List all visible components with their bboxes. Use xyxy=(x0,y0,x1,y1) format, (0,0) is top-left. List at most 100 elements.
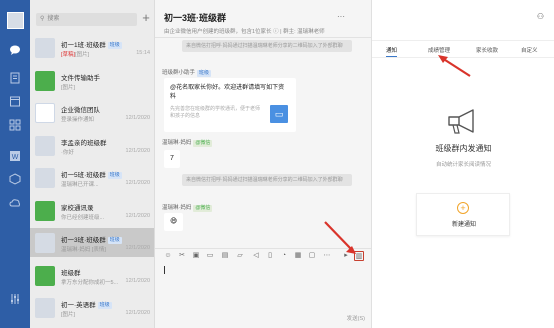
emoji-icon[interactable]: ☺ xyxy=(163,251,173,261)
preview-text: ·你好 xyxy=(61,149,74,156)
conversation-item[interactable]: 文件传输助手 [图片] xyxy=(30,66,154,95)
cloud-file-icon[interactable]: ▱ xyxy=(235,251,245,261)
conversation-time: 12/1/2020 xyxy=(125,180,150,186)
message-bubble: 7 xyxy=(164,150,180,168)
conversation-time: 12/1/2020 xyxy=(125,310,150,316)
chat-icon[interactable] xyxy=(9,44,21,56)
side-panel-icon[interactable]: ▥ xyxy=(354,251,364,261)
conversation-item[interactable]: 企业微信团队 登录操作通知 12/1/2020 xyxy=(30,98,154,127)
conversation-item[interactable]: 初一·英语群 班级 [图片] 12/1/2020 xyxy=(30,293,154,322)
class-tools-panel: ⚇ 通知 成绩管理 家长收款 自定义 班级群内发通知 自动统计家长阅读情况 + … xyxy=(371,0,554,328)
conversation-preview: 你已经创建班级... xyxy=(61,213,104,221)
scissors-icon[interactable]: ✂ xyxy=(177,251,187,261)
send-button[interactable]: 发送(S) xyxy=(347,314,365,322)
draft-label: [草稿] xyxy=(61,52,76,58)
folder-icon[interactable]: ▭ xyxy=(205,251,215,261)
avatar xyxy=(35,38,55,58)
search-icon: ⚲ xyxy=(40,16,45,22)
more-icon[interactable]: ··· xyxy=(337,12,345,21)
preview-text: 你已经创建班级... xyxy=(61,214,105,221)
card-title: @花名取家长你好。欢迎进群请填写如下资料 xyxy=(170,85,285,100)
conversation-item[interactable]: 初一5班·班级群 班级温瑞琳已开课... 12/1/2020 xyxy=(30,163,154,192)
preview-text: [图片] xyxy=(75,52,90,58)
welcome-card[interactable]: @花名取家长你好。欢迎进群请填写如下资料 先完善您在班级群的学校通讯，便于老师和… xyxy=(164,78,296,132)
conversation-title: 初一1班·班级群 xyxy=(61,42,106,49)
apps-icon[interactable]: ▦ xyxy=(293,251,303,261)
new-notice-label: 新建通知 xyxy=(451,222,476,228)
tab-notice[interactable]: 通知 xyxy=(386,46,398,57)
system-message: 来自微信打招呼·妈妈通过扫描温瑞琳老师分享的二维码加入了外部群聊 xyxy=(182,40,352,52)
svg-text:W: W xyxy=(12,154,19,161)
conversation-title: 班级群 xyxy=(61,269,81,277)
avatar xyxy=(35,233,55,253)
docs-icon[interactable] xyxy=(9,72,21,84)
navigation-rail: W xyxy=(0,0,30,328)
message-sender: 温瑞琳·妈妈 @微信 xyxy=(162,138,213,147)
conversation-item[interactable]: 班级群拿万东分配你成初一5... 12/1/2020 xyxy=(30,261,154,290)
bot-name: 班级群小助手 xyxy=(162,70,196,76)
sender-name: 温瑞琳·妈妈 xyxy=(162,205,192,211)
conversation-name: 初一1班·班级群 班级 xyxy=(61,39,122,49)
conversation-name: 企业微信团队 xyxy=(61,104,100,114)
calendar-icon[interactable] xyxy=(9,95,21,107)
conversation-preview: 拿万东分配你成初一5... xyxy=(61,278,118,286)
word-doc-icon[interactable]: W xyxy=(9,150,21,162)
tab-custom[interactable]: 自定义 xyxy=(521,46,538,54)
conversation-title: 初一·英语群 xyxy=(61,302,96,309)
input-toolbar: ☺ ✂ ▣ ▭ ▤ ▱ ◁ ▯ ◔ ▦ ▢ ⋯ ▸ ▥ xyxy=(155,248,371,262)
conversation-name: 文件传输助手 xyxy=(61,72,100,82)
conversation-preview: 温瑞琳已开课... xyxy=(61,180,99,188)
conversation-time: 12/1/2020 xyxy=(125,277,150,284)
panel-tabs: 通知 成绩管理 家长收款 自定义 xyxy=(372,40,554,58)
megaphone-icon[interactable]: ◁ xyxy=(251,251,261,261)
add-member-icon[interactable]: ⚇ xyxy=(537,12,544,21)
conversation-list: ⚲ 搜索 + 初一1班·班级群 班级 [草稿][图片] 15:14 文件传输助手 [图片] 企… xyxy=(30,0,155,328)
sender-tag: @微信 xyxy=(193,140,213,147)
schedule-icon[interactable]: ◔ xyxy=(279,251,289,261)
bot-sender: 班级群小助手 班级 xyxy=(162,68,212,77)
conversation-name: 班级群 xyxy=(61,267,81,277)
class-tag: 班级 xyxy=(107,42,122,49)
video-icon[interactable]: ▸ xyxy=(341,251,351,261)
empty-subtitle: 自动统计家长阅读情况 xyxy=(435,162,491,168)
workbench-icon[interactable] xyxy=(9,173,21,185)
conversation-preview: 温瑞琳·妈妈 [表情] xyxy=(61,245,106,253)
megaphone-icon xyxy=(445,107,479,137)
plus-icon: + xyxy=(457,202,469,214)
conversation-preview: [图片] xyxy=(61,83,75,91)
settings-sliders-icon[interactable] xyxy=(9,293,21,305)
conversation-title: 家校通讯录 xyxy=(61,204,94,212)
conversation-name: 家校通讯录 xyxy=(61,202,94,212)
conversation-name: 初一5班·班级群 班级 xyxy=(61,169,122,179)
image-file-icon[interactable]: ▤ xyxy=(220,251,230,261)
more-icon[interactable]: ⋯ xyxy=(322,251,332,261)
divider xyxy=(155,37,371,38)
conversation-item[interactable]: 李孟亲的班级群 ·你好 12/1/2020 xyxy=(30,131,154,160)
tab-fees[interactable]: 家长收款 xyxy=(476,46,498,54)
preview-text: 温瑞琳已开课... xyxy=(61,182,99,188)
image-icon[interactable]: ▣ xyxy=(191,251,201,261)
search-input[interactable]: ⚲ 搜索 xyxy=(36,13,137,26)
cloud-icon[interactable] xyxy=(9,197,21,209)
apps-icon[interactable] xyxy=(9,119,21,131)
preview-text: 登录操作通知 xyxy=(61,117,95,123)
empty-title: 班级群内发通知 xyxy=(435,144,492,153)
contact-card-icon[interactable]: ▢ xyxy=(307,251,317,261)
clipboard-icon[interactable]: ▯ xyxy=(265,251,275,261)
user-avatar[interactable] xyxy=(7,12,24,29)
sender-tag: @微信 xyxy=(193,205,213,212)
text-caret[interactable] xyxy=(164,266,165,274)
preview-text: 温瑞琳·妈妈 [表情] xyxy=(61,247,106,253)
preview-text: 拿万东分配你成初一5... xyxy=(61,279,119,286)
conversation-item[interactable]: 初一1班·班级群 班级 [草稿][图片] 15:14 xyxy=(30,33,154,62)
new-notice-button[interactable]: + 新建通知 xyxy=(416,193,510,236)
message-bubble: 😄 xyxy=(164,213,184,231)
conversation-time: 12/1/2020 xyxy=(125,212,150,219)
conversation-item[interactable]: 家校通讯录你已经创建班级... 12/1/2020 xyxy=(30,196,154,225)
conversation-name: 初一3班·班级群 班级 xyxy=(61,234,122,244)
card-desc: 先完善您在班级群的学校通讯，便于老师和孩子的信息 xyxy=(170,106,261,119)
conversation-title: 初一5班·班级群 xyxy=(61,172,106,179)
add-button[interactable]: + xyxy=(140,11,152,25)
conversation-item[interactable]: 初一3班·班级群 班级 温瑞琳·妈妈 [表情] 12/1/2020 xyxy=(30,228,154,257)
tab-grades[interactable]: 成绩管理 xyxy=(428,46,450,54)
